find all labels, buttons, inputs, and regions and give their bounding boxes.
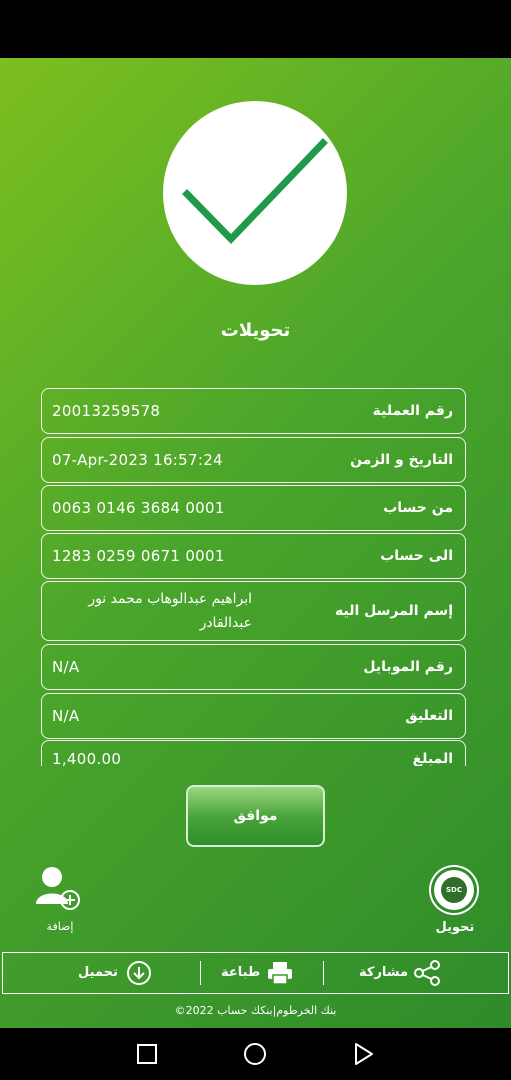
add-beneficiary-button[interactable]: إضافة bbox=[30, 864, 90, 934]
footer-copyright: ©2022 بنك الخرطوم|بنكك حساب bbox=[174, 1004, 337, 1017]
detail-value: 1283 0259 0671 0001 bbox=[52, 547, 225, 565]
sdc-logo-icon: SDC bbox=[434, 870, 474, 910]
status-bar bbox=[0, 0, 511, 58]
detail-label: رقم العملية bbox=[372, 403, 453, 419]
transfer-label: تحويل bbox=[435, 920, 475, 935]
add-user-icon bbox=[36, 867, 80, 910]
print-label: طباعة bbox=[221, 965, 261, 980]
share-button[interactable]: مشاركة bbox=[359, 953, 442, 992]
printer-icon bbox=[268, 961, 293, 985]
detail-value: N/A bbox=[52, 658, 80, 676]
detail-row-to-account: الى حساب 1283 0259 0671 0001 bbox=[41, 533, 466, 579]
download-label: تحميل bbox=[78, 965, 118, 980]
detail-label: الى حساب bbox=[380, 548, 453, 564]
detail-value: ابراهيم عبدالوهاب محمد نور عبدالقادر bbox=[88, 591, 252, 631]
ok-button[interactable]: موافق bbox=[186, 785, 325, 847]
detail-row-recipient-name: إسم المرسل اليه ابراهيم عبدالوهاب محمد ن… bbox=[41, 581, 466, 641]
detail-row-from-account: من حساب 0063 0146 3684 0001 bbox=[41, 485, 466, 531]
circle-icon[interactable] bbox=[239, 1038, 271, 1070]
detail-label: التاريخ و الزمن bbox=[350, 452, 453, 468]
detail-row-operation-number: رقم العملية 20013259578 bbox=[41, 388, 466, 434]
detail-label: من حساب bbox=[383, 500, 453, 516]
detail-value: 0063 0146 3684 0001 bbox=[52, 499, 225, 517]
detail-label: رقم الموبايل bbox=[363, 659, 453, 675]
success-badge bbox=[163, 101, 347, 285]
share-icon bbox=[414, 959, 441, 986]
add-label: إضافة bbox=[46, 920, 74, 933]
checkmark-icon bbox=[182, 138, 328, 245]
detail-label: التعليق bbox=[405, 708, 453, 724]
screen: تحويلات رقم العملية 20013259578 التاريخ … bbox=[0, 0, 511, 1080]
share-label: مشاركة bbox=[359, 965, 409, 980]
action-bar: تحميل طباعة مشاركة bbox=[2, 952, 509, 994]
download-button[interactable]: تحميل bbox=[78, 953, 152, 992]
detail-label: المبلغ bbox=[412, 751, 453, 766]
square-icon[interactable] bbox=[131, 1038, 163, 1070]
divider bbox=[323, 961, 324, 985]
download-icon bbox=[126, 960, 151, 985]
sdc-transfer-button[interactable]: SDC تحويل bbox=[425, 870, 485, 942]
page-title: تحويلات bbox=[220, 320, 291, 341]
detail-label: إسم المرسل اليه bbox=[335, 603, 453, 619]
app-content: تحويلات رقم العملية 20013259578 التاريخ … bbox=[0, 58, 511, 1028]
triangle-back-icon[interactable] bbox=[347, 1038, 379, 1070]
detail-row-datetime: التاريخ و الزمن 07-Apr-2023 16:57:24 bbox=[41, 437, 466, 483]
sdc-badge-text: SDC bbox=[441, 877, 467, 903]
detail-row-amount: المبلغ 1,400.00 bbox=[41, 740, 466, 766]
transaction-details: رقم العملية 20013259578 التاريخ و الزمن … bbox=[41, 388, 470, 766]
print-button[interactable]: طباعة bbox=[221, 953, 294, 992]
detail-value: 07-Apr-2023 16:57:24 bbox=[52, 451, 223, 469]
detail-value: 20013259578 bbox=[52, 402, 161, 420]
divider bbox=[200, 961, 201, 985]
system-nav-bar bbox=[0, 1028, 511, 1080]
detail-row-mobile: رقم الموبايل N/A bbox=[41, 644, 466, 690]
detail-row-comment: التعليق N/A bbox=[41, 693, 466, 739]
detail-value: N/A bbox=[52, 707, 80, 725]
detail-value: 1,400.00 bbox=[52, 750, 122, 766]
